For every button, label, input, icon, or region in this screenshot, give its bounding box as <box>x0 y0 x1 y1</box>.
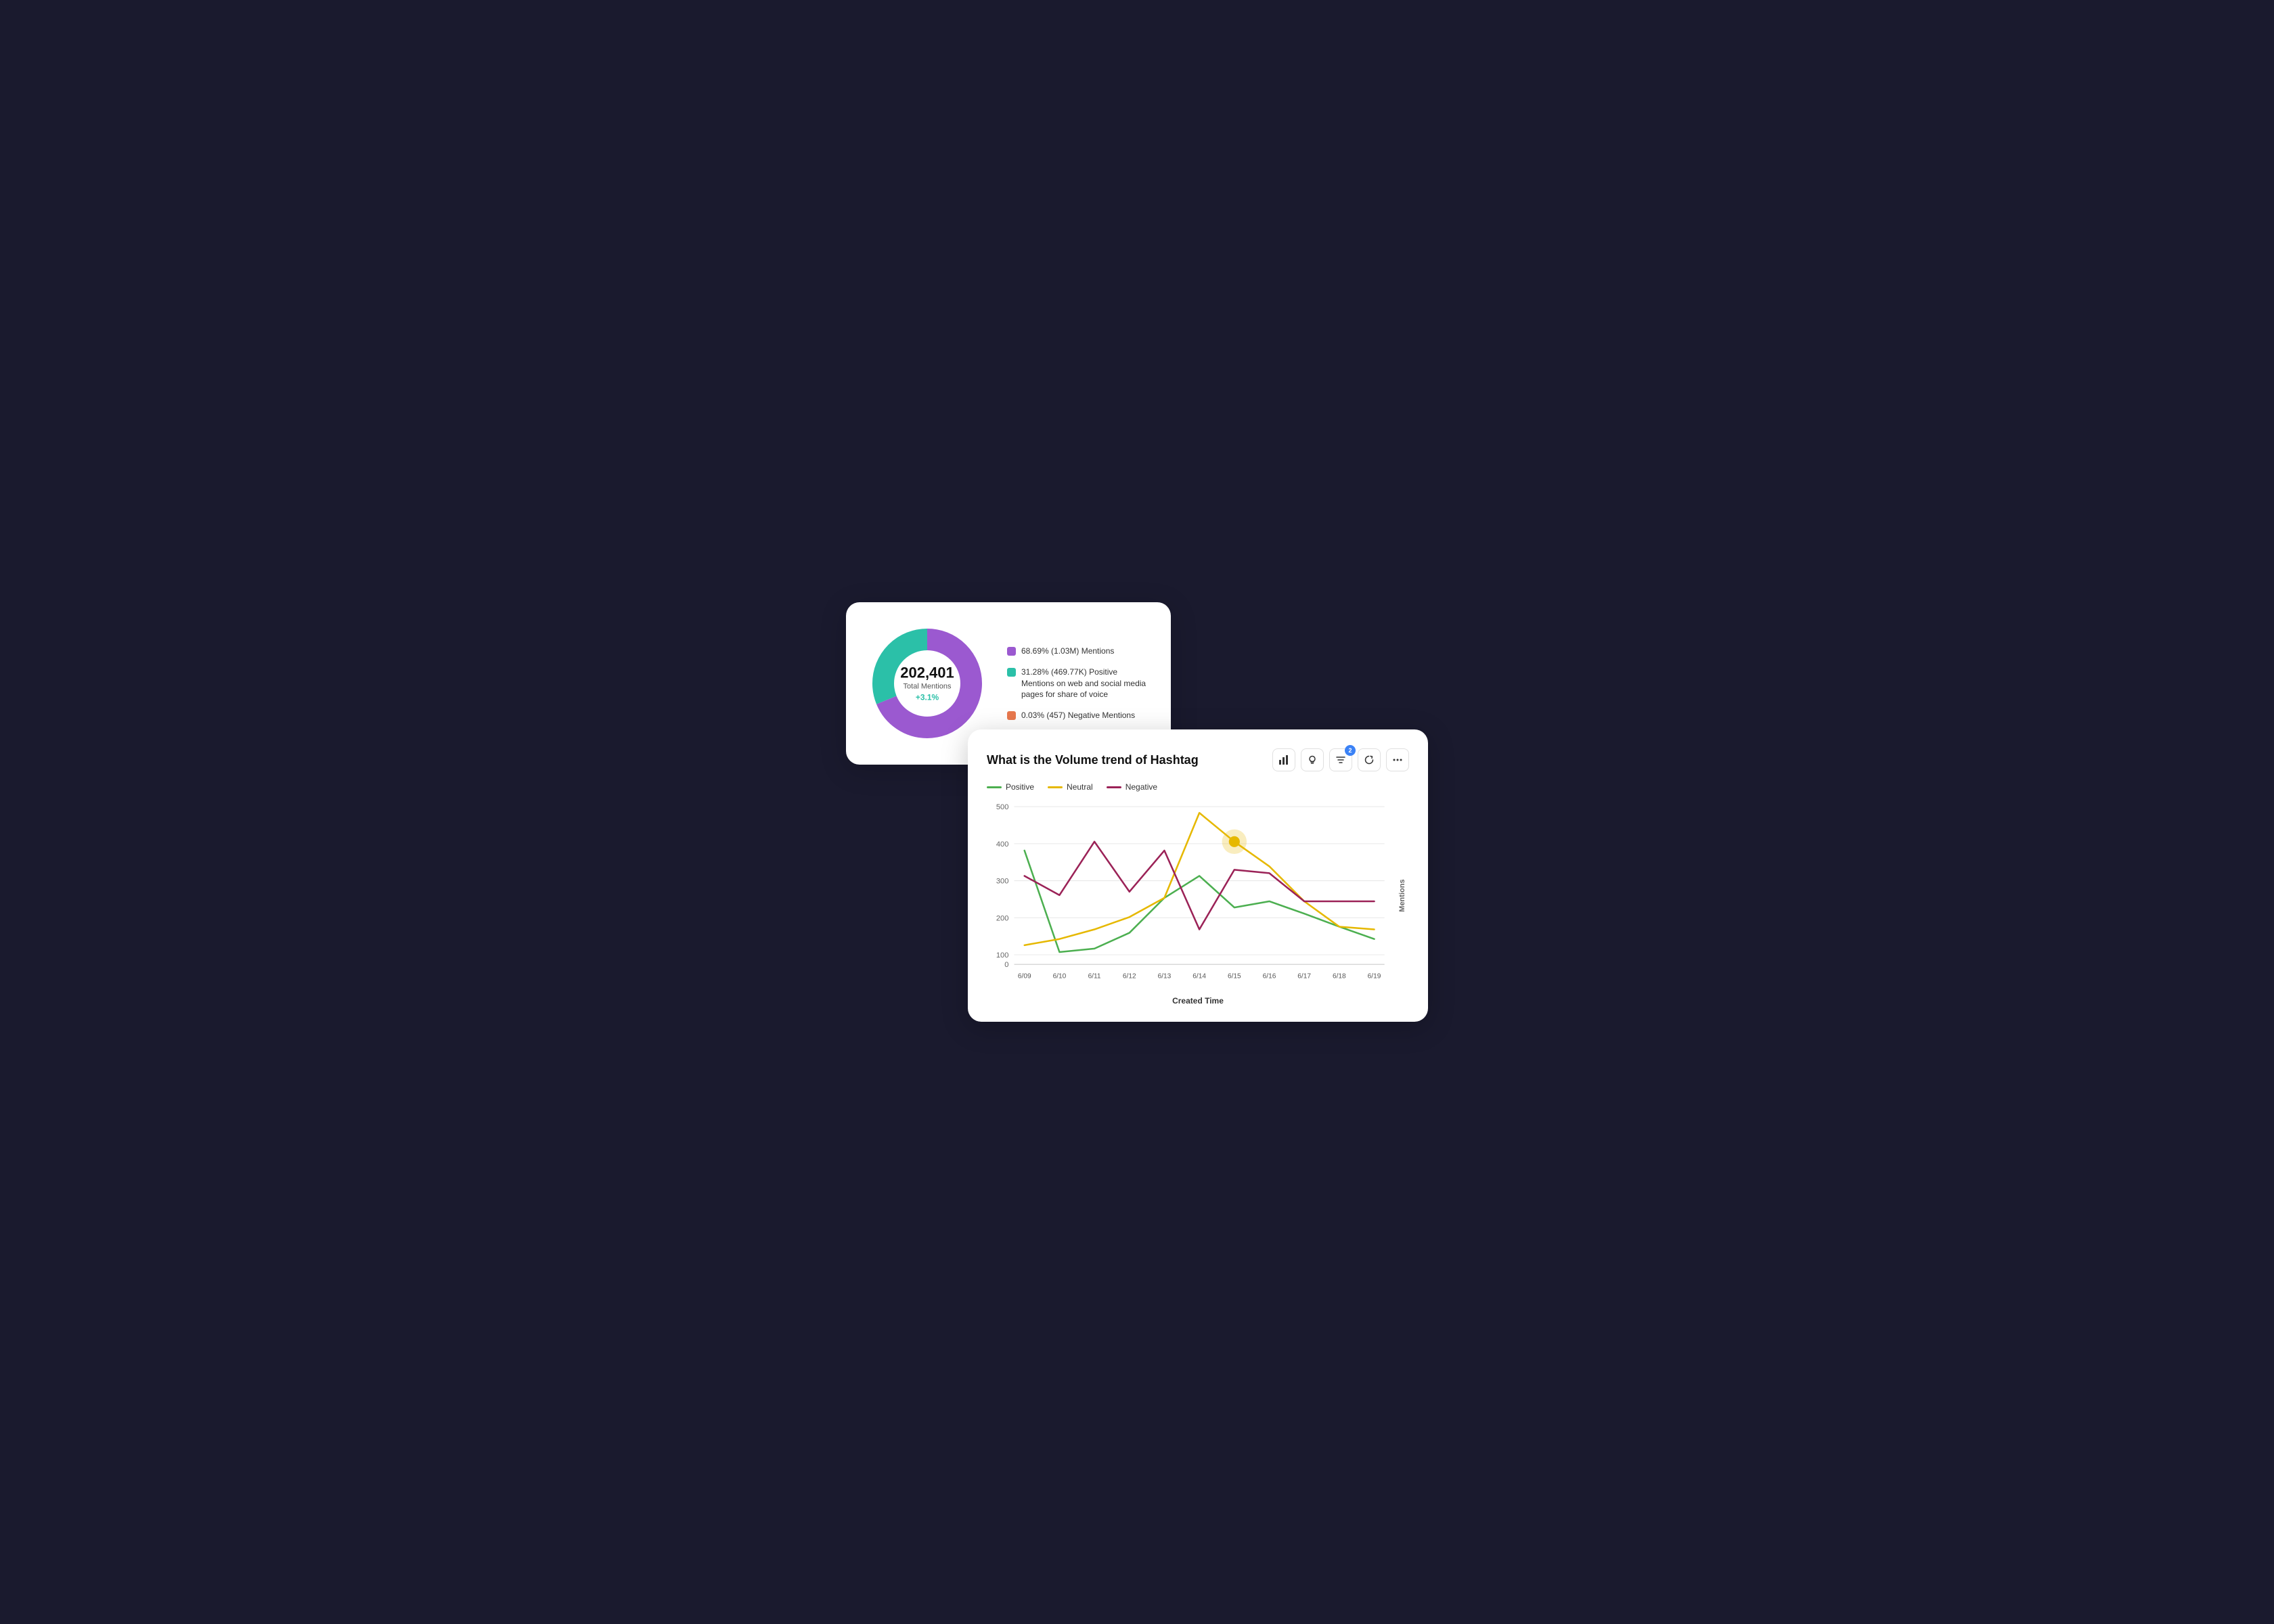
legend-line-positive <box>987 786 1002 788</box>
donut-legend: 68.69% (1.03M) Mentions 31.28% (469.77K)… <box>1007 646 1151 721</box>
x-axis-title: Created Time <box>987 996 1409 1006</box>
header-icons: 2 <box>1272 748 1409 771</box>
svg-text:6/14: 6/14 <box>1192 973 1206 980</box>
highlight-dot <box>1229 836 1240 847</box>
svg-text:6/13: 6/13 <box>1158 973 1172 980</box>
filter-icon <box>1335 754 1346 765</box>
donut-center: 202,401 Total Mentions +3.1% <box>900 664 954 702</box>
legend-label-neutral: Neutral <box>1067 782 1093 792</box>
svg-text:6/11: 6/11 <box>1088 973 1101 980</box>
more-icon <box>1392 754 1403 765</box>
legend-label-negative: Negative <box>1125 782 1157 792</box>
legend-text-orange: 0.03% (457) Negative Mentions <box>1021 710 1135 721</box>
bulb-icon <box>1307 754 1318 765</box>
legend-positive: Positive <box>987 782 1034 792</box>
bulb-button[interactable] <box>1301 748 1324 771</box>
svg-text:500: 500 <box>996 803 1009 811</box>
line-chart-svg: 500 400 300 200 100 0 6/09 6/10 6/11 6/1… <box>987 800 1398 992</box>
svg-text:6/18: 6/18 <box>1333 973 1346 980</box>
filter-button[interactable]: 2 <box>1329 748 1352 771</box>
donut-chart: 202,401 Total Mentions +3.1% <box>866 623 988 744</box>
line-chart-card: What is the Volume trend of Hashtag <box>968 729 1428 1022</box>
chart-area: 500 400 300 200 100 0 6/09 6/10 6/11 6/1… <box>987 800 1409 1006</box>
legend-line-neutral <box>1048 786 1063 788</box>
refresh-button[interactable] <box>1358 748 1381 771</box>
total-change: +3.1% <box>900 693 954 702</box>
svg-text:6/12: 6/12 <box>1123 973 1136 980</box>
line-chart-header: What is the Volume trend of Hashtag <box>987 748 1409 771</box>
svg-text:6/19: 6/19 <box>1368 973 1381 980</box>
legend-negative: Negative <box>1107 782 1157 792</box>
refresh-icon <box>1364 754 1375 765</box>
negative-line <box>1025 842 1375 930</box>
bar-chart-button[interactable] <box>1272 748 1295 771</box>
svg-text:6/16: 6/16 <box>1263 973 1276 980</box>
svg-text:6/17: 6/17 <box>1297 973 1311 980</box>
svg-text:100: 100 <box>996 951 1009 960</box>
svg-text:200: 200 <box>996 915 1009 923</box>
scene: 202,401 Total Mentions +3.1% 68.69% (1.0… <box>846 602 1428 1022</box>
y-axis-label: Mentions <box>1398 800 1409 992</box>
legend-text-teal: 31.28% (469.77K) Positive Mentions on we… <box>1021 667 1151 700</box>
legend-label-positive: Positive <box>1006 782 1034 792</box>
svg-text:300: 300 <box>996 878 1009 886</box>
line-chart-title: What is the Volume trend of Hashtag <box>987 753 1199 767</box>
neutral-line <box>1025 813 1375 946</box>
more-button[interactable] <box>1386 748 1409 771</box>
bar-chart-icon <box>1278 754 1289 765</box>
legend-line-negative <box>1107 786 1121 788</box>
total-number: 202,401 <box>900 664 954 681</box>
svg-text:400: 400 <box>996 840 1009 849</box>
total-label: Total Mentions <box>900 683 954 691</box>
legend-item-purple: 68.69% (1.03M) Mentions <box>1007 646 1151 657</box>
svg-text:6/15: 6/15 <box>1228 973 1241 980</box>
legend-dot-teal <box>1007 668 1016 677</box>
chart-legend: Positive Neutral Negative <box>987 782 1409 792</box>
legend-text-purple: 68.69% (1.03M) Mentions <box>1021 646 1114 657</box>
svg-text:0: 0 <box>1004 962 1008 970</box>
legend-neutral: Neutral <box>1048 782 1093 792</box>
legend-item-teal: 31.28% (469.77K) Positive Mentions on we… <box>1007 667 1151 700</box>
legend-dot-purple <box>1007 647 1016 656</box>
legend-dot-orange <box>1007 711 1016 720</box>
svg-text:6/09: 6/09 <box>1018 973 1031 980</box>
filter-badge: 2 <box>1345 745 1356 756</box>
svg-text:6/10: 6/10 <box>1053 973 1067 980</box>
legend-item-orange: 0.03% (457) Negative Mentions <box>1007 710 1151 721</box>
chart-svg-wrapper: 500 400 300 200 100 0 6/09 6/10 6/11 6/1… <box>987 800 1409 992</box>
